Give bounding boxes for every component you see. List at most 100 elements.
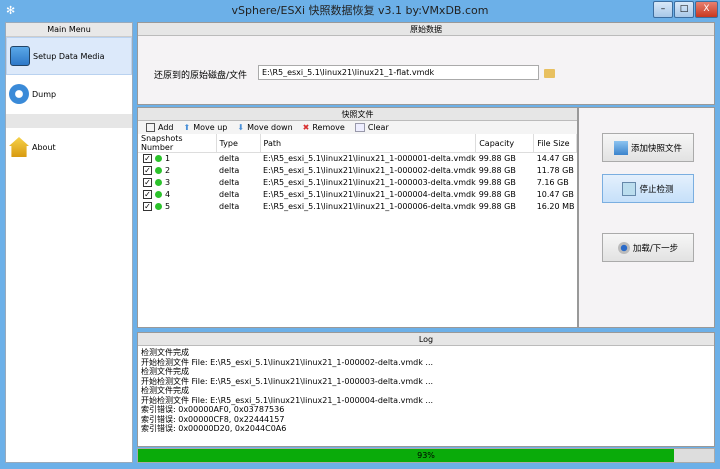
stop-detect-label: 停止检测 [639,184,674,195]
table-row[interactable]: ✓ 4 delta E:\R5_esxi_5.1\linux21\linux21_… [138,189,577,201]
row-checkbox[interactable]: ✓ [143,154,152,164]
status-dot-icon [155,179,162,186]
table-row[interactable]: ✓ 3 delta E:\R5_esxi_5.1\linux21\linux21_… [138,177,577,189]
snapshot-path: E:\R5_esxi_5.1\linux21\linux21_1-000004-… [263,190,476,199]
move-down-button[interactable]: ⬇ Move down [237,123,292,132]
magnifier-icon [622,181,637,196]
table-row[interactable]: ✓ 5 delta E:\R5_esxi_5.1\linux21\linux21_… [138,201,577,213]
progress-bar: 93% [137,448,715,463]
source-label: 还原到的原始磁盘/文件 [154,71,248,81]
log-line: 索引错误: 0x00000D20, 0x2044C0A6 [141,424,287,433]
log-header: Log [138,333,714,346]
snapshot-path: E:\R5_esxi_5.1\linux21\linux21_1-000003-… [263,178,476,187]
add-snapshot-label: 添加快照文件 [630,143,682,154]
load-next-button[interactable]: 加载/下一步 [602,233,694,262]
sidebar-item-label: Setup Data Media [33,51,105,61]
log-panel: Log 检测文件完成 开始检测文件 File: E:\R5_esxi_5.1\li… [137,332,715,447]
snapshot-number: 3 [165,178,171,187]
sidebar-item-dump[interactable]: Dump [6,75,132,113]
stop-detect-button[interactable]: 停止检测 [602,174,694,203]
table-row[interactable]: ✓ 1 delta E:\R5_esxi_5.1\linux21\linux21_… [138,153,577,165]
add-snapshot-button[interactable]: 添加快照文件 [602,133,694,162]
log-output[interactable]: 检测文件完成 开始检测文件 File: E:\R5_esxi_5.1\linux2… [138,346,714,434]
clear-label: Clear [367,123,389,132]
status-dot-icon [155,167,162,174]
log-line: 开始检测文件 File: E:\R5_esxi_5.1\linux21\linu… [141,357,434,367]
log-line: 开始检测文件 File: E:\R5_esxi_5.1\linux21\linu… [141,376,434,386]
row-checkbox[interactable]: ✓ [143,202,152,211]
row-checkbox[interactable]: ✓ [143,190,152,199]
column-header[interactable]: Capacity [475,134,535,153]
snapshot-capacity: 99.88 GB [478,154,516,164]
actions-panel: 添加快照文件 停止检测 加载/下一步 [578,107,715,328]
clear-button[interactable]: Clear [354,123,389,132]
snapshot-size: 16.20 MB [536,202,575,211]
log-line: 检测文件完成 [141,386,189,395]
snapshot-type: delta [219,190,240,199]
table-icon [10,46,30,66]
snapshots-table: Snapshots Number Type Path Capacity File… [138,134,577,213]
snapshots-panel: 快照文件 Add ⬆ Move up ⬇ Move down ✖ Remove Cle… [137,107,578,328]
row-checkbox[interactable]: ✓ [143,178,152,187]
column-header[interactable]: File Size [533,134,577,153]
move-up-button[interactable]: ⬆ Move up [184,123,228,132]
log-line: 索引错误: 0x00000AF0, 0x03787536 [141,405,285,414]
maximize-button[interactable]: □ [674,1,694,18]
sidebar-separator [6,114,132,128]
add-icon [146,123,155,132]
snapshot-type: delta [219,202,240,211]
sidebar-item-label: About [32,142,56,152]
sidebar-item-about[interactable]: About [6,128,132,166]
snapshots-header: 快照文件 [138,108,577,121]
snapshot-size: 10.47 GB [536,190,574,199]
house-icon [9,137,29,157]
title-bar: ✻ vSphere/ESXi 快照数据恢复 v3.1 by:VMxDB.com [0,0,720,22]
snapshot-number: 2 [165,166,171,175]
row-checkbox[interactable]: ✓ [143,166,152,175]
snapshot-capacity: 99.88 GB [478,202,516,211]
status-dot-icon [155,155,162,163]
log-line: 开始检测文件 File: E:\R5_esxi_5.1\linux21\linu… [141,395,434,405]
add-label: Add [158,123,174,132]
arrow-up-icon: ⬆ [183,123,191,132]
add-file-icon [613,140,628,155]
log-line: 检测文件完成 [141,367,189,376]
column-header[interactable]: Type [216,134,261,153]
remove-label: Remove [312,123,345,132]
move-up-label: Move up [193,123,228,132]
snapshot-capacity: 99.88 GB [478,166,516,175]
status-dot-icon [155,191,162,198]
snapshot-number: 5 [165,202,171,211]
column-header[interactable]: Path [260,134,477,153]
minimize-button[interactable]: – [653,1,673,18]
close-button[interactable]: X [695,1,718,18]
sidebar-header: Main Menu [6,23,132,37]
source-panel: 原始数据 还原到的原始磁盘/文件 [137,22,715,105]
folder-icon[interactable] [544,69,555,78]
snapshot-number: 1 [165,154,171,164]
table-row[interactable]: ✓ 2 delta E:\R5_esxi_5.1\linux21\linux21_… [138,165,577,177]
snapshot-size: 14.47 GB [536,154,574,164]
add-button[interactable]: Add [146,123,174,132]
column-header[interactable]: Snapshots Number [138,134,217,153]
snapshot-size: 7.16 GB [536,178,569,187]
sidebar-item-setup-data-media[interactable]: Setup Data Media [6,37,132,75]
window-title: vSphere/ESXi 快照数据恢复 v3.1 by:VMxDB.com [231,4,489,17]
gear-icon [9,84,29,104]
source-path-input[interactable] [258,65,539,80]
sidebar-item-label: Dump [32,89,57,99]
progress-label: 93% [417,451,435,460]
app-icon: ✻ [6,4,16,17]
snapshot-capacity: 99.88 GB [478,190,516,199]
remove-button[interactable]: ✖ Remove [303,123,345,132]
snapshots-toolbar: Add ⬆ Move up ⬇ Move down ✖ Remove Clear [138,121,577,134]
snapshot-path: E:\R5_esxi_5.1\linux21\linux21_1-000006-… [263,202,476,211]
remove-icon: ✖ [302,123,310,132]
snapshot-type: delta [219,166,240,175]
snapshot-type: delta [219,154,240,164]
clear-icon [354,123,365,132]
move-down-label: Move down [247,123,293,132]
snapshot-number: 4 [165,190,171,199]
log-line: 检测文件完成 [141,348,189,357]
snapshot-path: E:\R5_esxi_5.1\linux21\linux21_1-000002-… [263,166,476,175]
